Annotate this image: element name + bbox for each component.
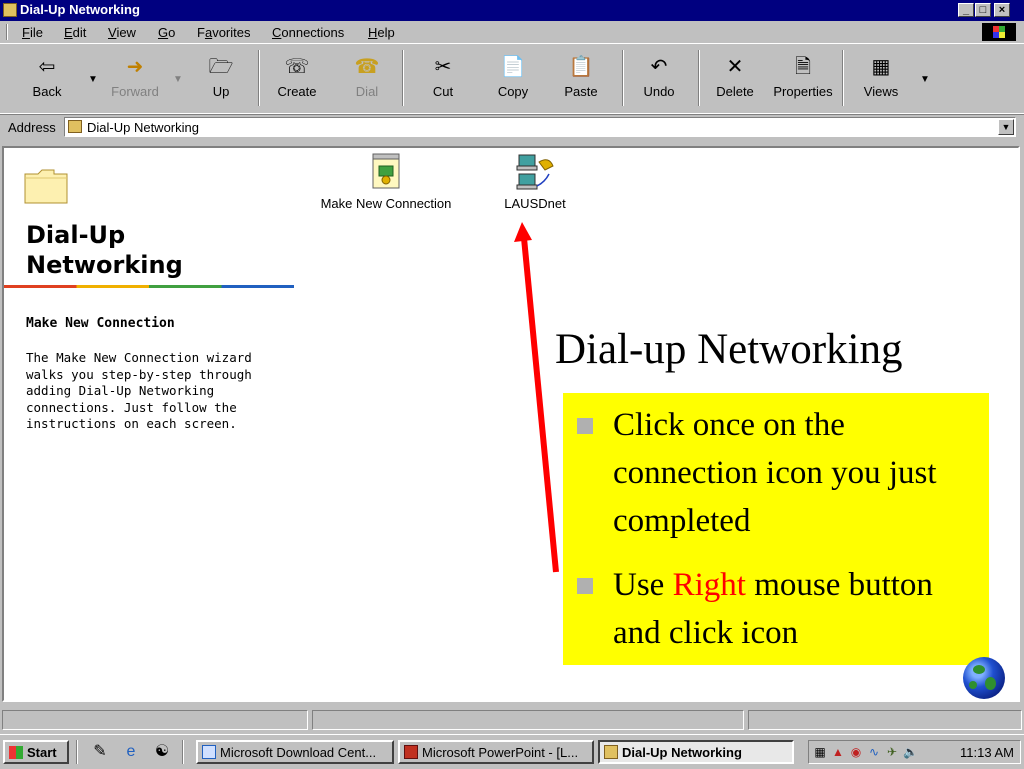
task-dial-up-networking[interactable]: Dial-Up Networking [598,740,794,764]
taskbar-separator [76,740,78,764]
show-desktop-icon[interactable]: ✎ [90,743,110,761]
dialup-folder-icon [604,745,618,759]
task-label: Microsoft Download Cent... [220,745,377,760]
windows-logo-icon [9,746,23,759]
network-icon[interactable]: ▲ [831,745,845,759]
task-label: Dial-Up Networking [622,745,742,760]
bullet-2-pre: Use [613,567,673,603]
internet-explorer-icon [202,745,216,759]
arrow-shaft [521,237,559,573]
taskbar: Start ✎ e ☯ Microsoft Download Cent... M… [0,734,1024,769]
bullet-square-icon [577,418,593,434]
internet-explorer-icon[interactable]: e [121,743,141,761]
system-tray: ▦ ▲ ◉ ∿ ✈ 🔈 11:13 AM [808,740,1021,764]
taskbar-separator [182,740,184,764]
instruction-box: Click once on the connection icon you ju… [563,393,989,665]
scheduler-icon[interactable]: ▦ [813,745,827,759]
status-bar [0,706,1024,734]
clock[interactable]: 11:13 AM [960,745,1014,760]
task-microsoft-download-center[interactable]: Microsoft Download Cent... [196,740,394,764]
task-label: Microsoft PowerPoint - [L... [422,745,579,760]
security-icon[interactable]: ◉ [849,745,863,759]
status-panel-right [748,710,1022,730]
task-microsoft-powerpoint[interactable]: Microsoft PowerPoint - [L... [398,740,594,764]
slide-title: Dial-up Networking [555,326,903,373]
bullet-2-highlight: Right [672,567,746,603]
start-label: Start [27,745,57,760]
satellite-icon[interactable]: ✈ [885,745,899,759]
arrow-head [514,222,532,242]
bullet-2-text: Use Right mouse button and click icon [613,561,973,657]
status-panel-middle [312,710,744,730]
volume-speaker-icon[interactable]: 🔈 [903,745,918,759]
channels-icon[interactable]: ☯ [152,743,172,761]
start-button[interactable]: Start [3,740,69,764]
bullet-square-icon [577,578,593,594]
connection-icon[interactable]: ∿ [867,745,881,759]
globe-icon [963,657,1005,699]
status-panel-main [2,710,308,730]
powerpoint-icon [404,745,418,759]
bullet-1-text: Click once on the connection icon you ju… [613,407,937,539]
